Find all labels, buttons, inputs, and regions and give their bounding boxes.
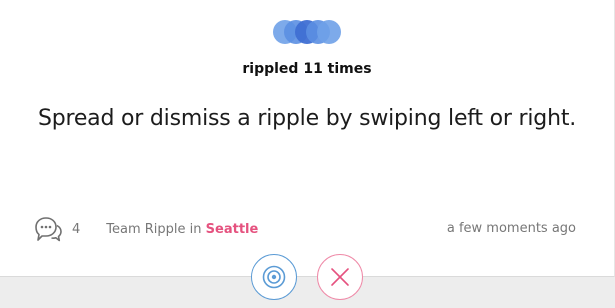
comment-icon[interactable] [33,216,63,242]
team-label: Team Ripple in [106,221,206,237]
timestamp: a few moments ago [446,221,576,236]
ripple-card: rippled 11 times Spread or dismiss a rip… [0,0,615,277]
ripple-logo-icon [273,20,341,44]
ripple-footer-meta: 4 Team Ripple in Seattle [33,214,258,244]
ripple-spread-icon [262,265,286,289]
ripple-count: rippled 11 times [242,61,372,77]
dismiss-button[interactable] [317,254,363,300]
comment-count: 4 [72,221,81,237]
close-icon [331,268,349,286]
spread-button[interactable] [251,254,297,300]
city-link[interactable]: Seattle [206,222,259,237]
ripple-message: Spread or dismiss a ripple by swiping le… [37,106,577,131]
